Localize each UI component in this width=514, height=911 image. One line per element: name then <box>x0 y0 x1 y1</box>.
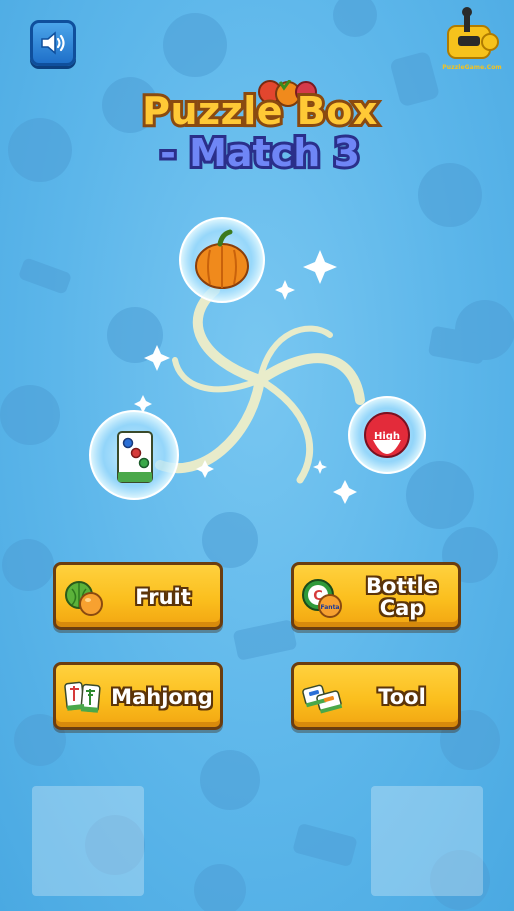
brand-name: PuzzleGame.Com <box>442 64 502 71</box>
mahjong-mode-button[interactable]: Mahjong <box>53 662 223 730</box>
bottle-cap-label-line2: Cap <box>379 596 425 620</box>
title-line2: - Match 3 <box>160 131 360 175</box>
tool-label: Tool <box>378 685 426 709</box>
title-line1: Puzzle Box <box>142 89 378 133</box>
swirl-trails <box>155 285 365 484</box>
bottle-cap-label-line1: Bottle <box>366 574 438 598</box>
fruit-mode-button[interactable]: Fruit <box>53 562 223 630</box>
game-title: Puzzle Box - Match 3 <box>0 80 514 190</box>
bottle-cap-icon: C Fanta <box>302 579 342 618</box>
fanta-text: Fanta <box>321 604 340 611</box>
mahjong-tiles-icon <box>64 681 101 713</box>
mahjong-label: Mahjong <box>111 685 213 709</box>
fruit-label: Fruit <box>135 585 191 609</box>
fruit-icon <box>65 581 103 616</box>
tool-tiles-icon <box>302 684 343 714</box>
left-ad-placeholder <box>32 786 144 896</box>
bottle-cap-label: Bottle Cap <box>346 575 458 619</box>
speaker-icon <box>41 31 65 55</box>
bottle-cap-mode-button[interactable]: C Fanta Bottle Cap <box>291 562 461 630</box>
sound-button[interactable] <box>30 20 76 66</box>
bottle-cap-icon: High <box>348 396 426 474</box>
category-swirl: High <box>89 217 426 504</box>
tool-mode-button[interactable]: Tool <box>291 662 461 730</box>
mahjong-tile-icon <box>89 410 179 500</box>
right-ad-placeholder <box>371 786 483 896</box>
bottle-cap-text: High <box>374 431 400 442</box>
pumpkin-icon <box>179 217 265 303</box>
title-logo: Puzzle Box - Match 3 <box>139 80 380 178</box>
